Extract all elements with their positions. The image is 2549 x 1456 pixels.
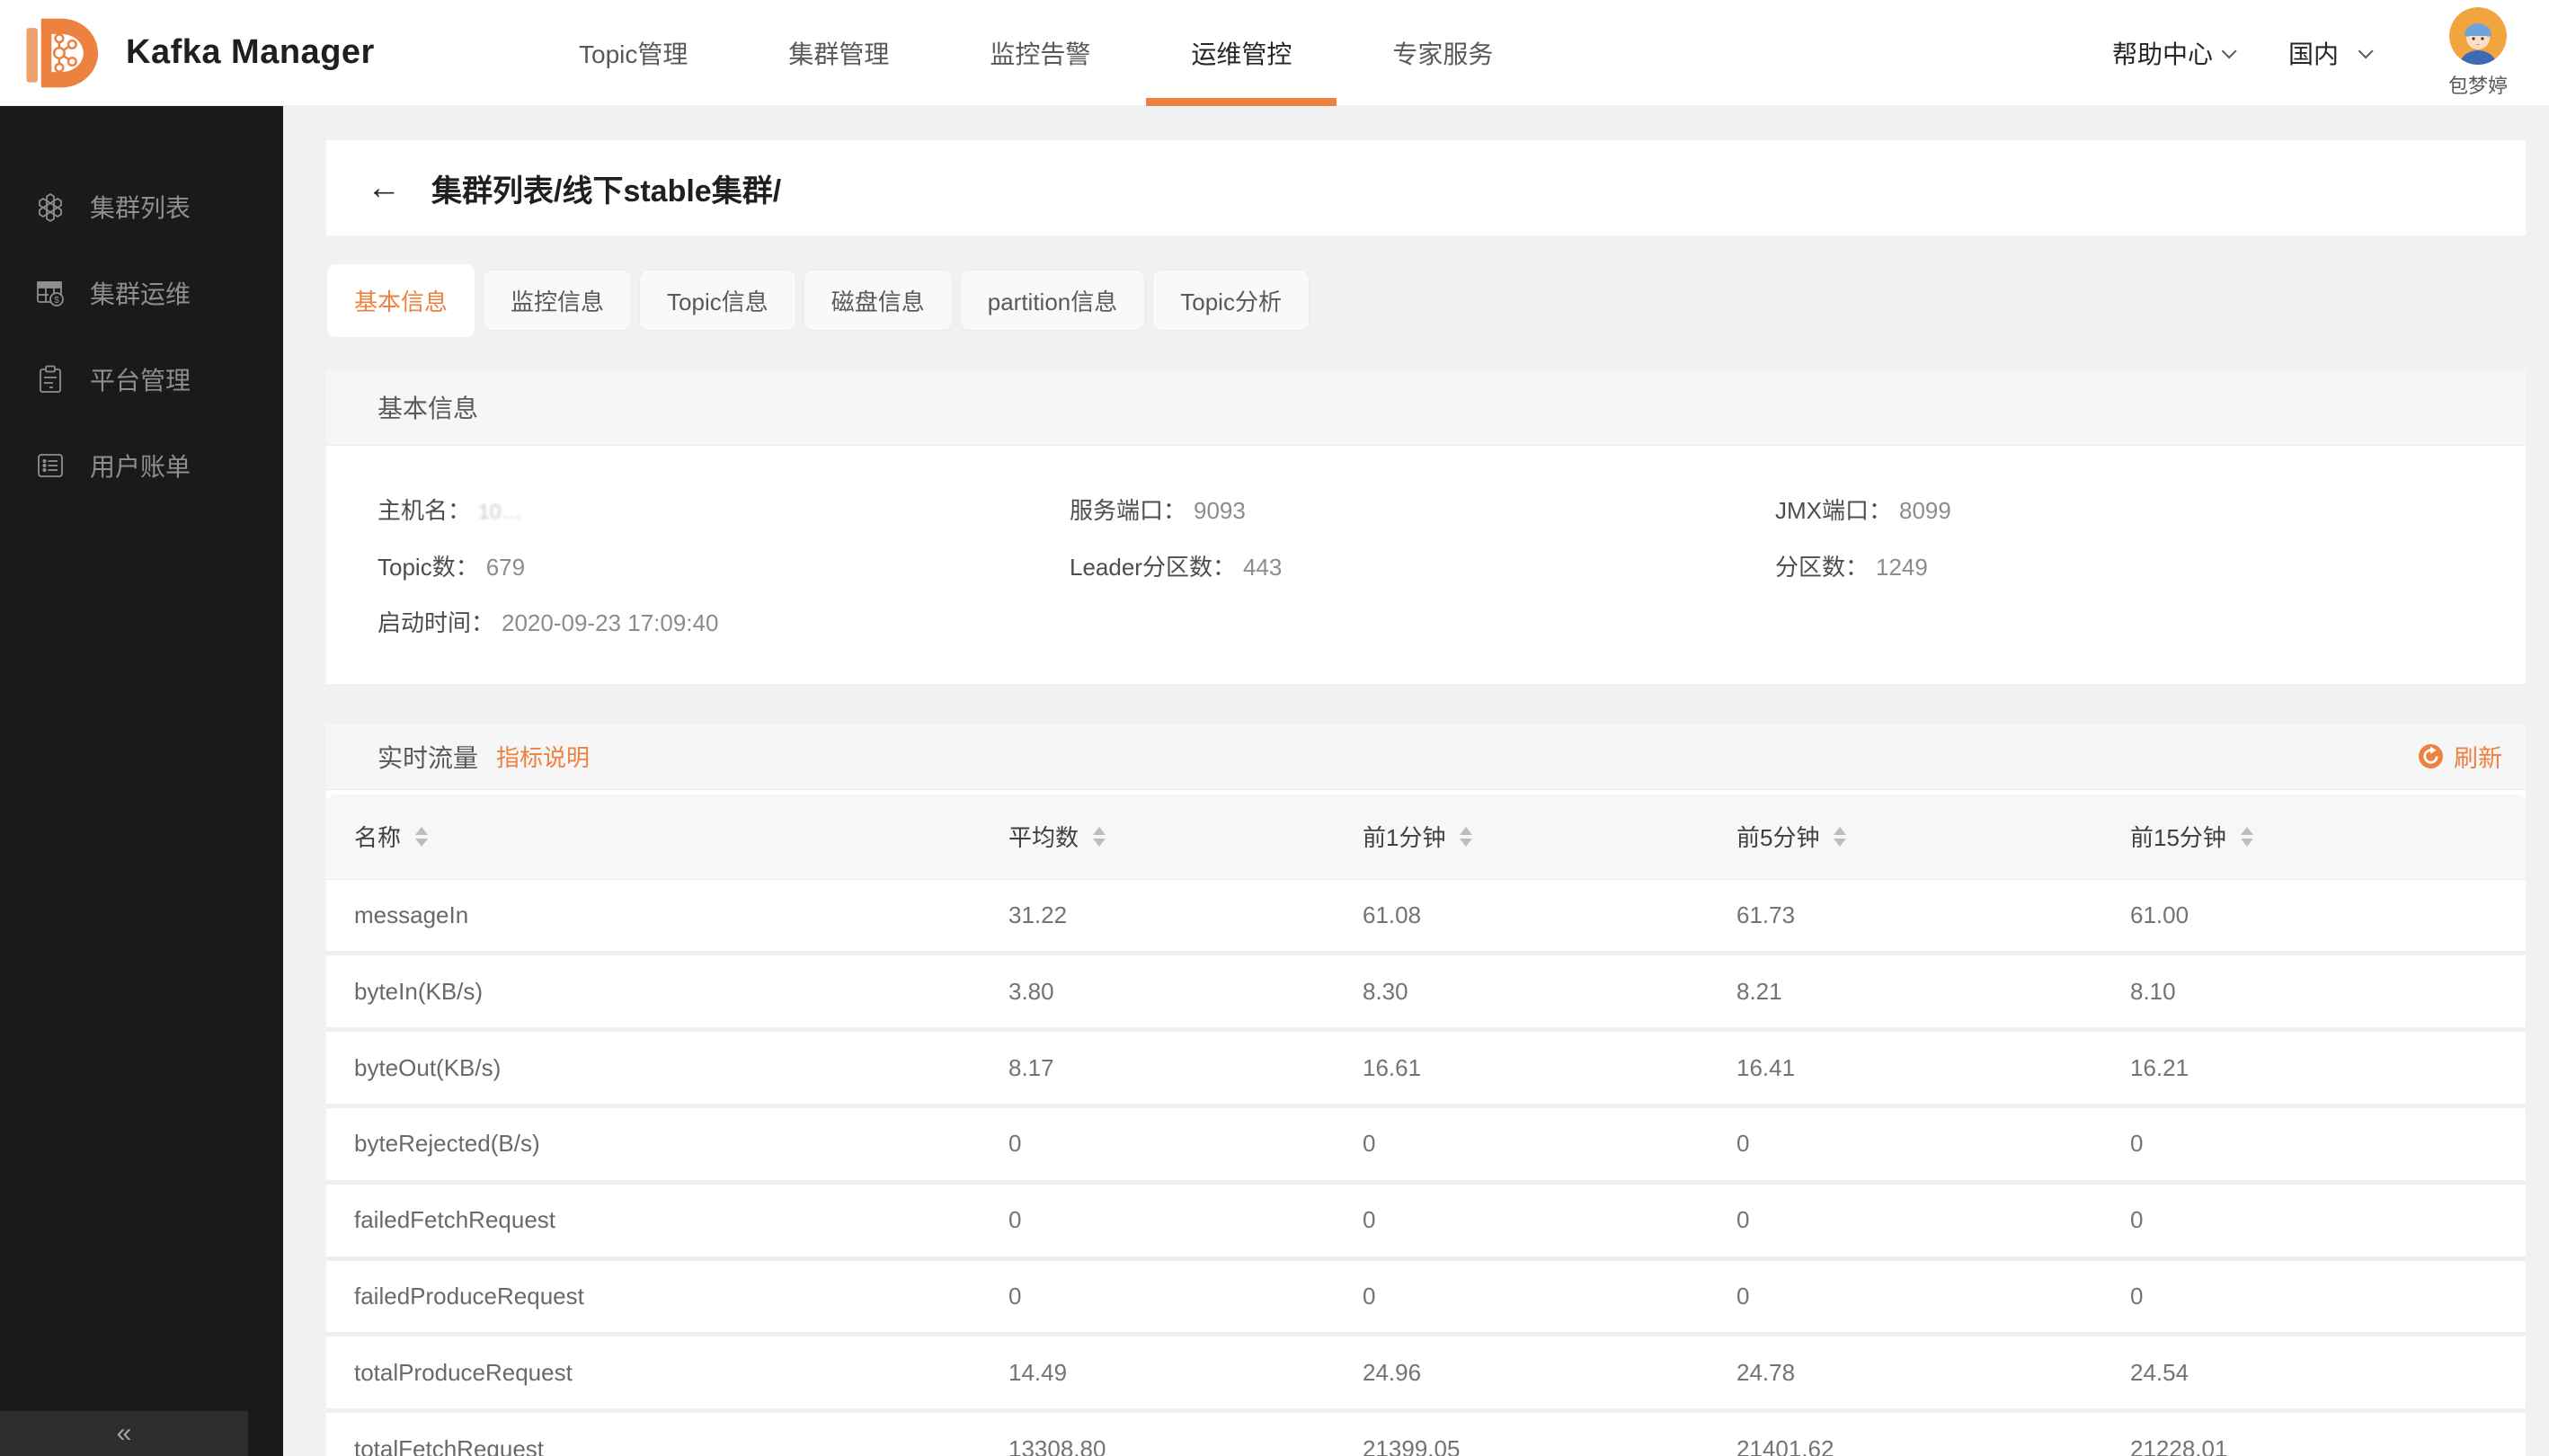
back-arrow-icon[interactable]: ← xyxy=(367,171,401,205)
field-hostname: 主机名： 10… xyxy=(377,493,1070,529)
table-row-messageIn: messageIn 31.22 61.08 61.73 61.00 xyxy=(326,880,2526,956)
tab-partition-info[interactable]: partition信息 xyxy=(960,270,1146,331)
top-header: Kafka Manager Topic管理 集群管理 监控告警 运维管控 专家服… xyxy=(0,0,2549,106)
field-leader-partition-count: Leader分区数： 443 xyxy=(1070,549,1775,585)
sort-icon[interactable] xyxy=(1460,827,1472,847)
chevron-down-icon xyxy=(2222,43,2237,58)
field-partition-count: 分区数： 1249 xyxy=(1775,549,2526,585)
sidebar-collapse-button[interactable]: « xyxy=(0,1411,248,1456)
sidebar-item-label: 集群运维 xyxy=(90,275,191,311)
realtime-traffic-panel: 实时流量 指标说明 刷新 名称 平均数 前1分钟 前5分钟 前15分钟 xyxy=(326,724,2526,1456)
sort-icon[interactable] xyxy=(1093,827,1106,847)
chevron-down-icon xyxy=(2358,43,2374,58)
bill-list-icon xyxy=(34,449,67,482)
sidebar-item-label: 平台管理 xyxy=(90,361,191,397)
sort-icon[interactable] xyxy=(1834,827,1846,847)
col-last-1min: 前1分钟 xyxy=(1363,820,1445,853)
help-center-dropdown[interactable]: 帮助中心 xyxy=(2112,35,2233,71)
traffic-table-header: 名称 平均数 前1分钟 前5分钟 前15分钟 xyxy=(326,795,2526,880)
field-topic-count: Topic数： 679 xyxy=(377,549,1070,585)
col-last-5min: 前5分钟 xyxy=(1736,820,1819,853)
table-row-byteIn: byteIn(KB/s) 3.80 8.30 8.21 8.10 xyxy=(326,955,2526,1032)
tab-topic-analysis[interactable]: Topic分析 xyxy=(1152,270,1310,331)
avatar[interactable] xyxy=(2449,7,2507,65)
sidebar-item-label: 用户账单 xyxy=(90,448,191,484)
clipboard-icon xyxy=(34,363,67,395)
user-name: 包梦婷 xyxy=(2448,70,2508,99)
sidebar-item-platform-management[interactable]: 平台管理 xyxy=(0,336,283,422)
table-row-totalProduceRequest: totalProduceRequest 14.49 24.96 24.78 24… xyxy=(326,1336,2526,1413)
user-menu[interactable]: 包梦婷 xyxy=(2448,7,2508,99)
table-row-totalFetchRequest: totalFetchRequest 13308.80 21399.05 2140… xyxy=(326,1413,2526,1456)
tab-basic-info[interactable]: 基本信息 xyxy=(326,263,475,337)
kafka-manager-logo-icon xyxy=(14,10,101,96)
svg-text:$: $ xyxy=(54,296,59,306)
sort-icon[interactable] xyxy=(415,827,428,847)
sidebar-item-cluster-ops[interactable]: $ 集群运维 xyxy=(0,250,283,336)
table-row-byteOut: byteOut(KB/s) 8.17 16.61 16.41 16.21 xyxy=(326,1032,2526,1108)
honeycomb-cluster-icon xyxy=(34,191,67,223)
nav-topic-management[interactable]: Topic管理 xyxy=(528,0,738,106)
tab-monitor-info[interactable]: 监控信息 xyxy=(483,270,632,331)
sort-icon[interactable] xyxy=(2241,827,2253,847)
nav-cluster-management[interactable]: 集群管理 xyxy=(738,0,939,106)
table-row-byteRejected: byteRejected(B/s) 0 0 0 0 xyxy=(326,1108,2526,1185)
col-average: 平均数 xyxy=(1008,820,1079,853)
main-content: ← 集群列表/线下stable集群/ 基本信息 监控信息 Topic信息 磁盘信… xyxy=(283,106,2549,1456)
sidebar-item-cluster-list[interactable]: 集群列表 xyxy=(0,164,283,250)
refresh-icon xyxy=(2419,744,2443,768)
sidebar: 集群列表 $ 集群运维 平台管理 xyxy=(0,106,283,1456)
metric-description-link[interactable]: 指标说明 xyxy=(496,740,590,773)
field-jmx-port: JMX端口： 8099 xyxy=(1775,493,2526,529)
breadcrumb-bar: ← 集群列表/线下stable集群/ xyxy=(326,140,2526,235)
collapse-chevrons-icon: « xyxy=(117,1420,132,1447)
field-service-port: 服务端口： 9093 xyxy=(1070,493,1775,529)
traffic-section-title: 实时流量 xyxy=(377,739,478,775)
sidebar-item-label: 集群列表 xyxy=(90,189,191,225)
nav-monitor-alert[interactable]: 监控告警 xyxy=(939,0,1141,106)
sidebar-item-user-billing[interactable]: 用户账单 xyxy=(0,422,283,509)
field-start-time: 启动时间： 2020-09-23 17:09:40 xyxy=(377,605,1070,641)
tab-disk-info[interactable]: 磁盘信息 xyxy=(804,270,953,331)
detail-tabs: 基本信息 监控信息 Topic信息 磁盘信息 partition信息 Topic… xyxy=(326,263,2526,337)
table-row-failedFetchRequest: failedFetchRequest 0 0 0 0 xyxy=(326,1185,2526,1261)
basic-info-panel: 基本信息 主机名： 10… 服务端口： 9093 JMX端口： 8099 Top… xyxy=(326,369,2526,684)
col-name: 名称 xyxy=(354,820,401,853)
basic-info-section-title: 基本信息 xyxy=(326,369,2526,446)
region-dropdown[interactable]: 国内 xyxy=(2288,35,2369,71)
breadcrumb-title: 集群列表/线下stable集群/ xyxy=(431,166,781,210)
ops-table-icon: $ xyxy=(34,277,67,309)
col-last-15min: 前15分钟 xyxy=(2130,820,2226,853)
table-row-failedProduceRequest: failedProduceRequest 0 0 0 0 xyxy=(326,1261,2526,1337)
app-title: Kafka Manager xyxy=(126,33,375,72)
nav-ops-control[interactable]: 运维管控 xyxy=(1141,0,1342,106)
main-nav: Topic管理 集群管理 监控告警 运维管控 专家服务 xyxy=(528,0,1543,106)
tab-topic-info[interactable]: Topic信息 xyxy=(639,270,796,331)
refresh-button[interactable]: 刷新 xyxy=(2419,739,2502,774)
nav-expert-service[interactable]: 专家服务 xyxy=(1342,0,1543,106)
